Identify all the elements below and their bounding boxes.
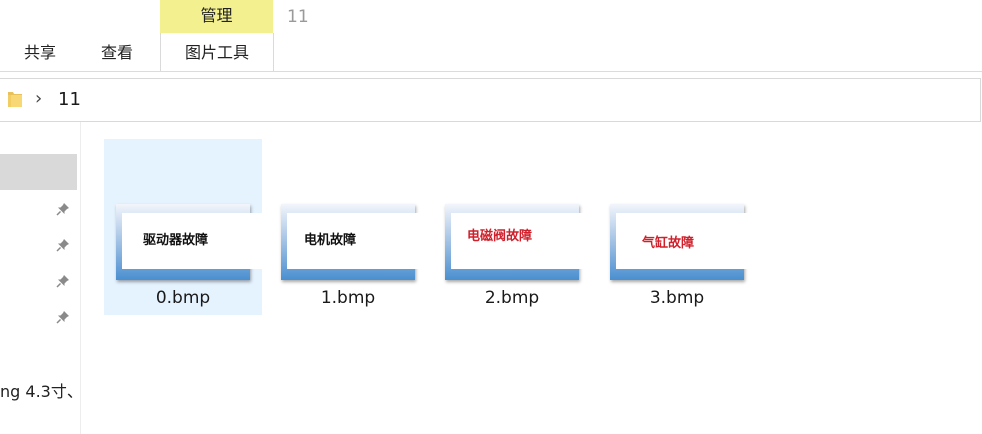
thumbnail-text: 电机故障 [287,213,424,269]
pin-icon[interactable] [56,310,70,324]
thumbnail: 气缸故障 [610,204,762,280]
file-item[interactable]: 电磁阀故障 2.bmp [433,139,591,315]
breadcrumb-current-folder[interactable]: 11 [58,89,81,111]
tab-share[interactable]: 共享 [24,43,56,63]
file-name[interactable]: 3.bmp [598,288,756,308]
thumbnail-text: 电磁阀故障 [451,213,587,269]
window-title: 11 [287,7,309,27]
file-item[interactable]: 电机故障 1.bmp [269,139,427,315]
chevron-right-icon[interactable]: › [35,88,42,110]
file-item[interactable]: 气缸故障 3.bmp [598,139,762,315]
file-name[interactable]: 0.bmp [104,288,262,308]
ribbon-divider [0,71,982,72]
navigation-pane: ng 4.3寸、 [0,122,83,434]
pin-icon[interactable] [56,238,70,252]
file-item[interactable]: 驱动器故障 0.bmp [104,139,263,315]
tab-picture-tools[interactable]: 图片工具 [160,33,274,72]
nav-item-selected[interactable] [0,154,77,190]
pin-icon[interactable] [56,274,70,288]
thumbnail-text: 气缸故障 [616,213,762,269]
context-group-header-manage: 管理 [160,0,273,33]
thumbnail-text: 驱动器故障 [122,213,263,269]
thumbnail: 电机故障 [281,204,424,280]
folder-icon [8,92,22,107]
nav-item-label[interactable]: ng 4.3寸、 [0,378,83,402]
file-name[interactable]: 1.bmp [269,288,427,308]
file-name[interactable]: 2.bmp [433,288,591,308]
address-bar[interactable]: › 11 [0,78,981,122]
thumbnail: 电磁阀故障 [445,204,587,280]
file-list: 驱动器故障 0.bmp 电机故障 1.bmp 电磁阀故障 2.bmp 气缸故障 … [81,122,982,434]
ribbon: 共享 查看 管理 图片工具 11 [0,0,982,72]
thumbnail: 驱动器故障 [116,204,263,280]
tab-view[interactable]: 查看 [101,43,133,63]
pin-icon[interactable] [56,202,70,216]
